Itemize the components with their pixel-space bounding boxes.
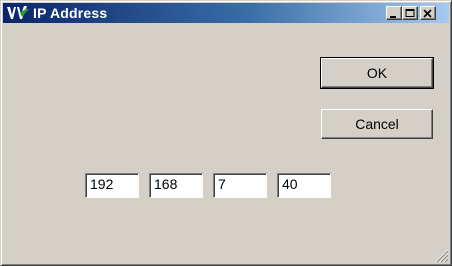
maximize-button[interactable] [402, 6, 418, 20]
ip-octet-2-input[interactable] [150, 174, 202, 195]
minimize-icon [390, 16, 396, 18]
close-button[interactable] [420, 6, 436, 20]
maximize-icon [405, 9, 415, 17]
ip-octet-4-box [277, 173, 331, 198]
minimize-button[interactable] [386, 6, 402, 20]
ip-octet-2-box [149, 173, 203, 198]
ip-address-dialog: IP Address OK Cancel [0, 0, 452, 266]
ip-octet-3-box [213, 173, 267, 198]
cancel-button[interactable]: Cancel [321, 109, 433, 139]
window-title: IP Address [33, 5, 108, 21]
resize-grip-icon[interactable] [433, 247, 449, 263]
ip-octet-3-input[interactable] [214, 174, 266, 195]
ip-octet-4-input[interactable] [278, 174, 330, 195]
close-icon [423, 9, 432, 18]
title-bar[interactable]: IP Address [3, 3, 449, 23]
ip-octet-1-box [85, 173, 139, 198]
ok-button[interactable]: OK [320, 57, 434, 89]
ip-octet-1-input[interactable] [86, 174, 138, 195]
app-logo-icon [7, 6, 29, 19]
